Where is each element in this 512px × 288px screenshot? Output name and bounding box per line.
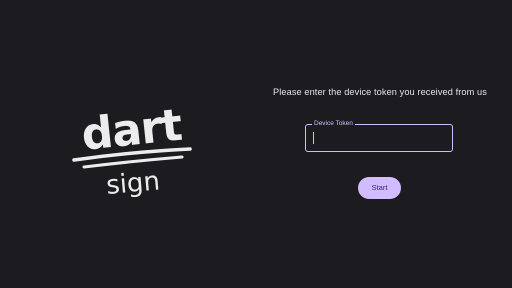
device-token-field[interactable]: Device Token	[305, 120, 453, 152]
token-entry-screen: dart sign Please enter the device token …	[0, 0, 512, 288]
dart-sign-logo: dart sign	[70, 96, 200, 206]
instruction-text: Please enter the device token you receiv…	[273, 87, 487, 97]
start-button[interactable]: Start	[358, 177, 401, 199]
device-token-input[interactable]	[312, 131, 444, 145]
device-token-label: Device Token	[312, 120, 355, 128]
logo-word-sign: sign	[105, 166, 161, 201]
